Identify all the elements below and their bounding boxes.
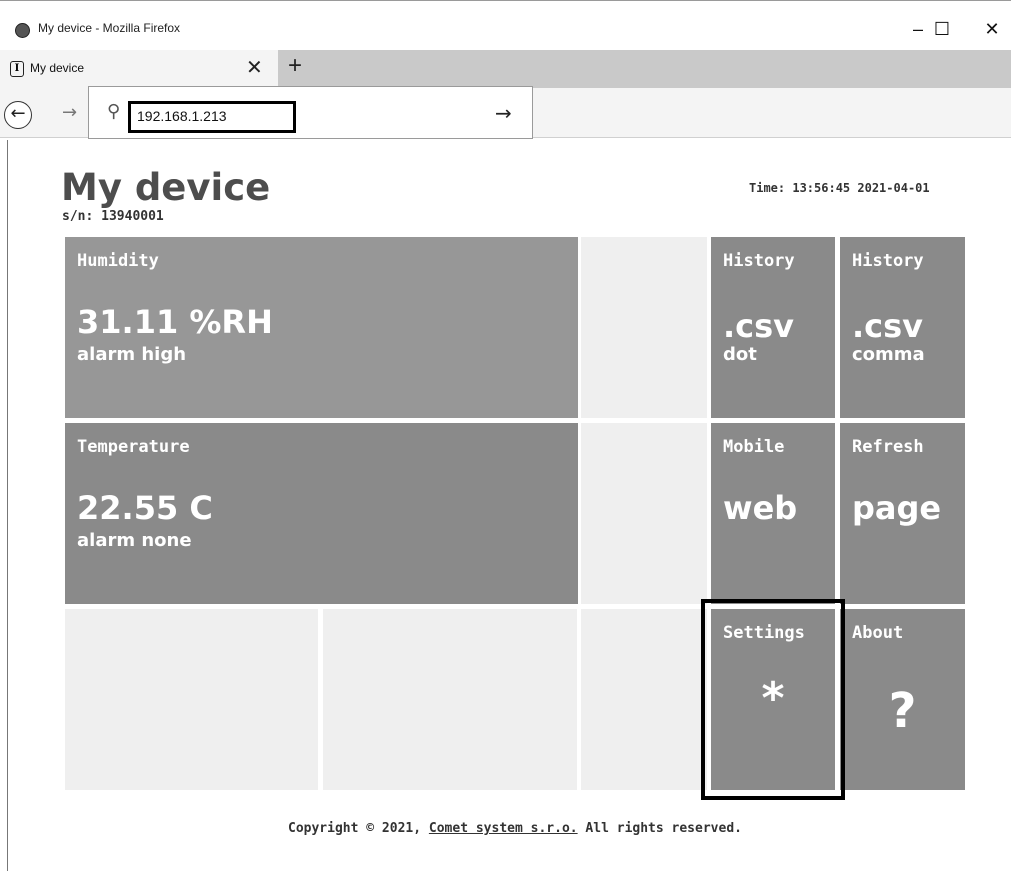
history-comma-separator: comma [852,344,925,365]
company-link[interactable]: Comet system s.r.o. [429,821,578,836]
copyright-prefix: Copyright © 2021, [288,821,429,836]
history-comma-format: .csv [852,307,924,345]
copyright-suffix: All rights reserved. [577,821,742,836]
refresh-page-tile[interactable]: Refresh page [840,423,965,604]
settings-highlight-frame [701,599,845,800]
mobile-web-text: web [723,489,798,527]
temperature-label: Temperature [77,437,190,457]
tab-my-device[interactable]: I My device ✕ [0,50,278,88]
refresh-page-text: page [852,489,942,527]
back-button[interactable]: ← [4,101,32,129]
history-comma-label: History [852,251,924,271]
new-tab-button[interactable]: + [288,50,302,82]
temperature-value: 22.55 C [77,489,213,527]
refresh-label: Refresh [852,437,924,457]
about-question-icon: ? [888,683,917,739]
temperature-tile: Temperature 22.55 C alarm none [65,423,578,604]
history-dot-label: History [723,251,795,271]
go-arrow-icon[interactable]: → [495,101,512,125]
url-bar[interactable]: ⚲ 192.168.1.213 → [88,86,533,139]
mobile-label: Mobile [723,437,785,457]
humidity-label: Humidity [77,251,159,271]
search-icon: ⚲ [107,101,121,122]
history-dot-format: .csv [723,307,795,345]
page-title: My device [61,166,271,209]
history-dot-separator: dot [723,344,757,365]
about-label: About [852,623,904,643]
mobile-web-tile[interactable]: Mobile web [711,423,835,604]
window-titlebar: My device - Mozilla Firefox [0,0,1011,50]
tab-label: My device [30,61,85,75]
humidity-value: 31.11 %RH [77,303,273,341]
about-tile[interactable]: About ? [840,609,965,790]
device-time: Time: 13:56:45 2021-04-01 [749,181,930,195]
humidity-tile: Humidity 31.11 %RH alarm high [65,237,578,418]
close-window-button[interactable]: ✕ [969,14,1011,44]
history-dot-tile[interactable]: History .csv dot [711,237,835,418]
window-title: My device - Mozilla Firefox [38,21,181,35]
history-comma-tile[interactable]: History .csv comma [840,237,965,418]
window-border [7,140,8,871]
page-info-icon: I [10,61,24,77]
close-tab-icon[interactable]: ✕ [246,55,263,80]
empty-tile [323,609,577,790]
firefox-icon [15,23,30,38]
empty-tile [581,237,707,418]
empty-tile [581,609,707,790]
serial-number: s/n: 13940001 [62,209,164,224]
empty-tile [581,423,707,604]
humidity-alarm: alarm high [77,344,187,365]
maximize-button[interactable]: ☐ [919,14,965,44]
forward-button[interactable]: → [62,102,77,123]
empty-tile [65,609,318,790]
temperature-alarm: alarm none [77,530,192,551]
url-input[interactable]: 192.168.1.213 [128,101,296,133]
footer-copyright: Copyright © 2021, Comet system s.r.o. Al… [0,821,1011,836]
